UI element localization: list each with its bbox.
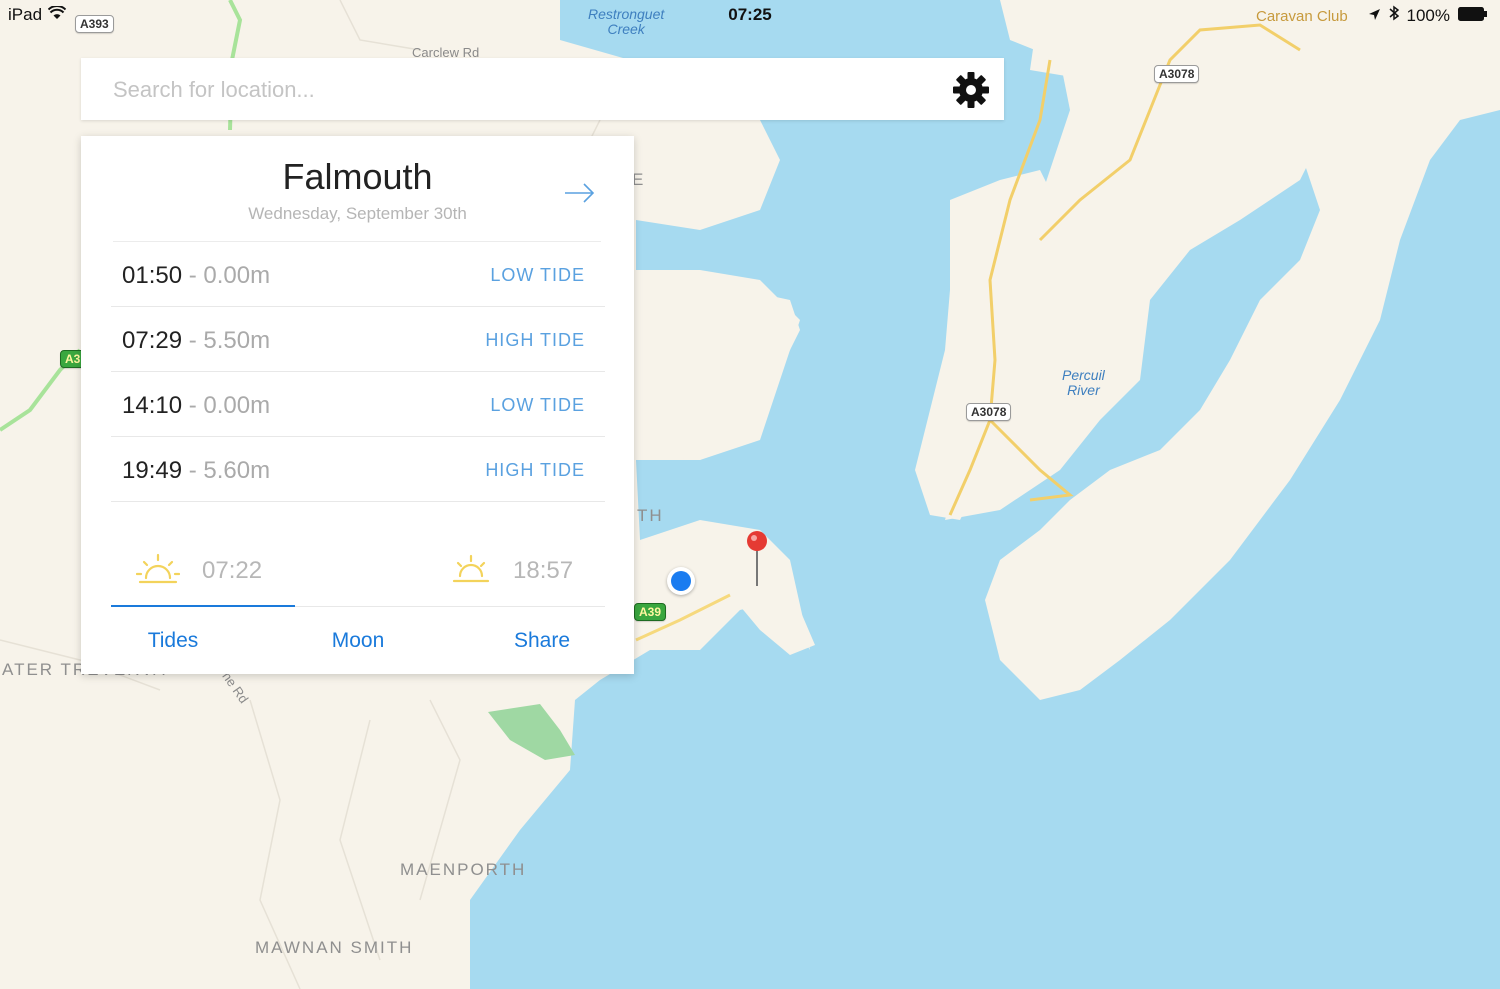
date-subtitle: Wednesday, September 30th [248,204,467,223]
battery-percent: 100% [1406,5,1450,25]
sunrise-icon [135,552,181,591]
sunrise: 07:22 [135,551,263,591]
tide-separator: - [182,457,204,484]
tide-time: 14:10 [122,392,183,419]
tide-time: 01:50 [122,262,183,289]
sunset-time: 18:57 [513,557,574,584]
tide-list: 01:50 - 0.00m LOW TIDE 07:29 - 5.50m HIG… [111,242,605,502]
sunset-icon [451,552,491,591]
tide-type: LOW TIDE [490,265,585,285]
battery-icon [1458,6,1488,26]
road-shield-a39: A39 [634,603,667,621]
location-title: Falmouth [282,156,433,197]
map-label-falmouth-partial: TH [637,506,664,525]
tide-row[interactable]: 19:49 - 5.60m HIGH TIDE [111,437,605,502]
tide-height: 5.60m [203,457,271,484]
tide-height: 0.00m [203,262,271,289]
tide-height: 5.50m [203,327,271,354]
tab-share[interactable]: Share [477,629,607,653]
tide-separator: - [182,327,204,354]
status-time: 07:25 [728,5,772,24]
tide-type: LOW TIDE [490,395,585,415]
user-location-icon[interactable] [667,567,695,595]
bluetooth-icon [1389,5,1399,26]
location-arrow-icon [1368,6,1381,26]
road-shield-a3078: A3078 [966,403,1012,421]
tide-type: HIGH TIDE [485,460,585,480]
tide-separator: - [182,392,204,419]
tide-row[interactable]: 01:50 - 0.00m LOW TIDE [111,242,605,307]
tide-height: 0.00m [203,392,271,419]
arrow-right-icon[interactable] [562,176,598,210]
active-tab-indicator [111,605,295,607]
road-shield-a3078: A3078 [1154,65,1200,83]
tide-card: Falmouth Wednesday, September 30th 01:50… [81,136,634,674]
gear-icon[interactable] [951,70,991,110]
map-label-partial: E [632,170,646,189]
status-bar: iPad 07:25 100% [0,0,1500,32]
map-label-percuil-river: Percuil River [1062,367,1105,398]
location-pin-icon[interactable] [746,530,768,588]
sunset: 18:57 [451,551,573,591]
sunrise-time: 07:22 [202,557,263,584]
tab-moon[interactable]: Moon [293,629,423,653]
tab-tides[interactable]: Tides [108,629,238,653]
search-input[interactable] [111,72,915,108]
map-label-maenporth: MAENPORTH [400,860,527,879]
tide-type: HIGH TIDE [485,330,585,350]
tide-row[interactable]: 07:29 - 5.50m HIGH TIDE [111,307,605,372]
tide-time: 19:49 [122,457,183,484]
tide-row[interactable]: 14:10 - 0.00m LOW TIDE [111,372,605,437]
tab-bar: Tides Moon Share [108,605,607,675]
tide-time: 07:29 [122,327,183,354]
map-label-mawnan-smith: MAWNAN SMITH [255,938,414,957]
tide-separator: - [182,262,204,289]
search-bar [81,58,1004,120]
